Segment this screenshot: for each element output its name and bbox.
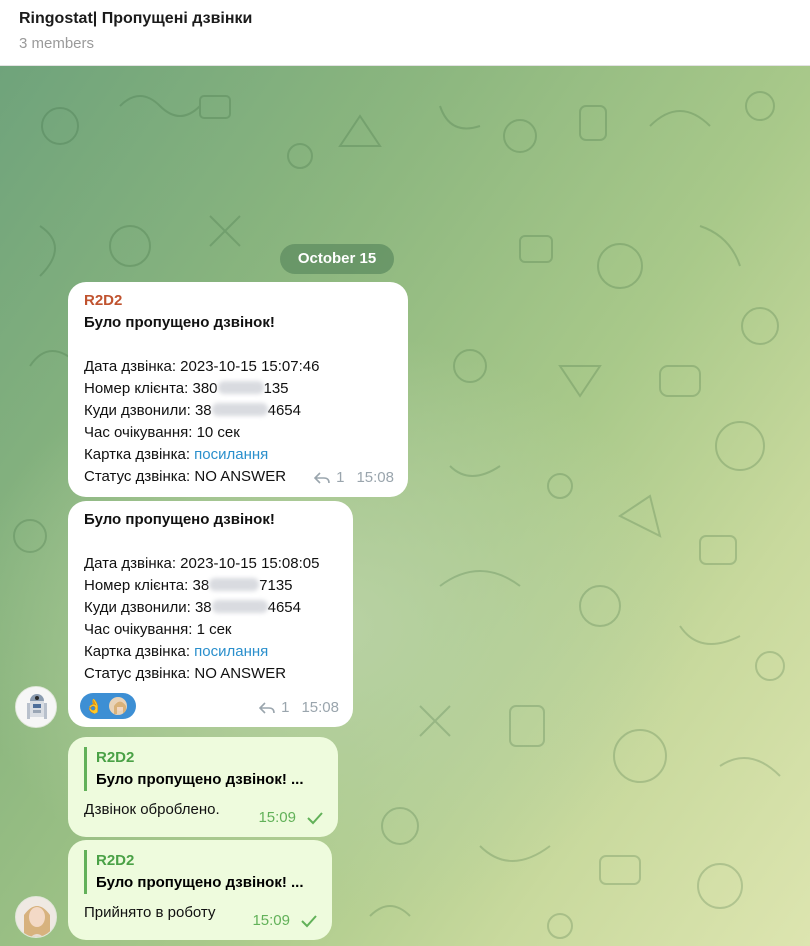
redacted-digits bbox=[209, 578, 260, 591]
client-number: Номер клієнта: 38 7135 bbox=[84, 575, 339, 597]
call-card-link[interactable]: посилання bbox=[194, 446, 268, 463]
message-time: 15:09 bbox=[258, 809, 296, 826]
message-meta: 15:09 bbox=[258, 807, 324, 829]
message-bubble-4[interactable]: R2D2 Було пропущено дзвінок! ... Прийнят… bbox=[68, 840, 332, 940]
message-time: 15:08 bbox=[356, 469, 394, 486]
call-status: Статус дзвінка: NO ANSWER bbox=[84, 665, 287, 682]
quoted-text: Було пропущено дзвінок! ... bbox=[96, 771, 304, 788]
reactor-avatar bbox=[107, 695, 129, 717]
redacted-digits bbox=[211, 403, 268, 416]
message-meta: 1 15:08 bbox=[259, 697, 339, 719]
client-number-prefix: Номер клієнта: 38 bbox=[84, 577, 210, 594]
called-number-suffix: 4654 bbox=[267, 402, 301, 419]
client-number-suffix: 7135 bbox=[259, 577, 293, 594]
quoted-sender: R2D2 bbox=[96, 749, 135, 766]
message-meta: 1 15:08 bbox=[314, 467, 394, 489]
quoted-sender: R2D2 bbox=[96, 852, 135, 869]
message-heading: Було пропущено дзвінок! bbox=[84, 314, 275, 331]
reply-quote[interactable]: R2D2 Було пропущено дзвінок! ... bbox=[84, 850, 318, 894]
call-card: Картка дзвінка: посилання bbox=[84, 444, 394, 466]
sender-name[interactable]: R2D2 bbox=[84, 290, 394, 312]
redacted-digits bbox=[217, 381, 264, 394]
r2d2-avatar[interactable] bbox=[15, 686, 57, 728]
date-separator: October 15 bbox=[280, 244, 394, 274]
called-number-suffix: 4654 bbox=[267, 599, 301, 616]
redacted-digits bbox=[211, 600, 268, 613]
members-count: 3 members bbox=[19, 35, 95, 52]
reply-icon[interactable] bbox=[259, 701, 275, 715]
message-time: 15:09 bbox=[252, 912, 290, 929]
message-meta: 15:09 bbox=[252, 910, 318, 932]
chat-area[interactable]: October 15 R2D2 Було пропущено дзвінок! … bbox=[0, 66, 810, 946]
sent-check-icon bbox=[301, 915, 317, 928]
client-number: Номер клієнта: 380 135 bbox=[84, 378, 394, 400]
user-photo bbox=[16, 897, 56, 937]
message-time: 15:08 bbox=[301, 699, 339, 716]
client-number-prefix: Номер клієнта: 380 bbox=[84, 380, 218, 397]
message-bubble-1[interactable]: R2D2 Було пропущено дзвінок! Дата дзвінк… bbox=[68, 282, 408, 497]
call-date: Дата дзвінка: 2023-10-15 15:08:05 bbox=[84, 555, 320, 572]
user-avatar[interactable] bbox=[15, 896, 57, 938]
chat-title: Ringostat| Пропущені дзвінки bbox=[19, 10, 253, 27]
called-number-prefix: Куди дзвонили: 38 bbox=[84, 402, 212, 419]
message-heading: Було пропущено дзвінок! bbox=[84, 511, 275, 528]
called-number: Куди дзвонили: 38 4654 bbox=[84, 400, 394, 422]
call-card-label: Картка дзвінка: bbox=[84, 643, 195, 660]
call-card-label: Картка дзвінка: bbox=[84, 446, 195, 463]
reply-count[interactable]: 1 bbox=[336, 467, 344, 489]
called-number: Куди дзвонили: 38 4654 bbox=[84, 597, 339, 619]
call-card-link[interactable]: посилання bbox=[194, 643, 268, 660]
sent-check-icon bbox=[307, 812, 323, 825]
reactor-photo bbox=[114, 701, 126, 715]
reactions-bar[interactable]: 👌 bbox=[80, 693, 136, 719]
reply-icon[interactable] bbox=[314, 471, 330, 485]
r2d2-robot-icon bbox=[16, 687, 56, 727]
chat-header[interactable]: Ringostat| Пропущені дзвінки 3 members bbox=[0, 0, 810, 66]
reply-quote[interactable]: R2D2 Було пропущено дзвінок! ... bbox=[84, 747, 324, 791]
wait-time: Час очікування: 10 сек bbox=[84, 424, 240, 441]
quoted-text: Було пропущено дзвінок! ... bbox=[96, 874, 304, 891]
called-number-prefix: Куди дзвонили: 38 bbox=[84, 599, 212, 616]
reply-count[interactable]: 1 bbox=[281, 697, 289, 719]
client-number-suffix: 135 bbox=[263, 380, 289, 397]
ok-hand-reaction[interactable]: 👌 bbox=[83, 695, 105, 717]
call-date: Дата дзвінка: 2023-10-15 15:07:46 bbox=[84, 358, 320, 375]
wait-time: Час очікування: 1 сек bbox=[84, 621, 232, 638]
message-bubble-3[interactable]: R2D2 Було пропущено дзвінок! ... Дзвінок… bbox=[68, 737, 338, 837]
call-card: Картка дзвінка: посилання bbox=[84, 641, 339, 663]
